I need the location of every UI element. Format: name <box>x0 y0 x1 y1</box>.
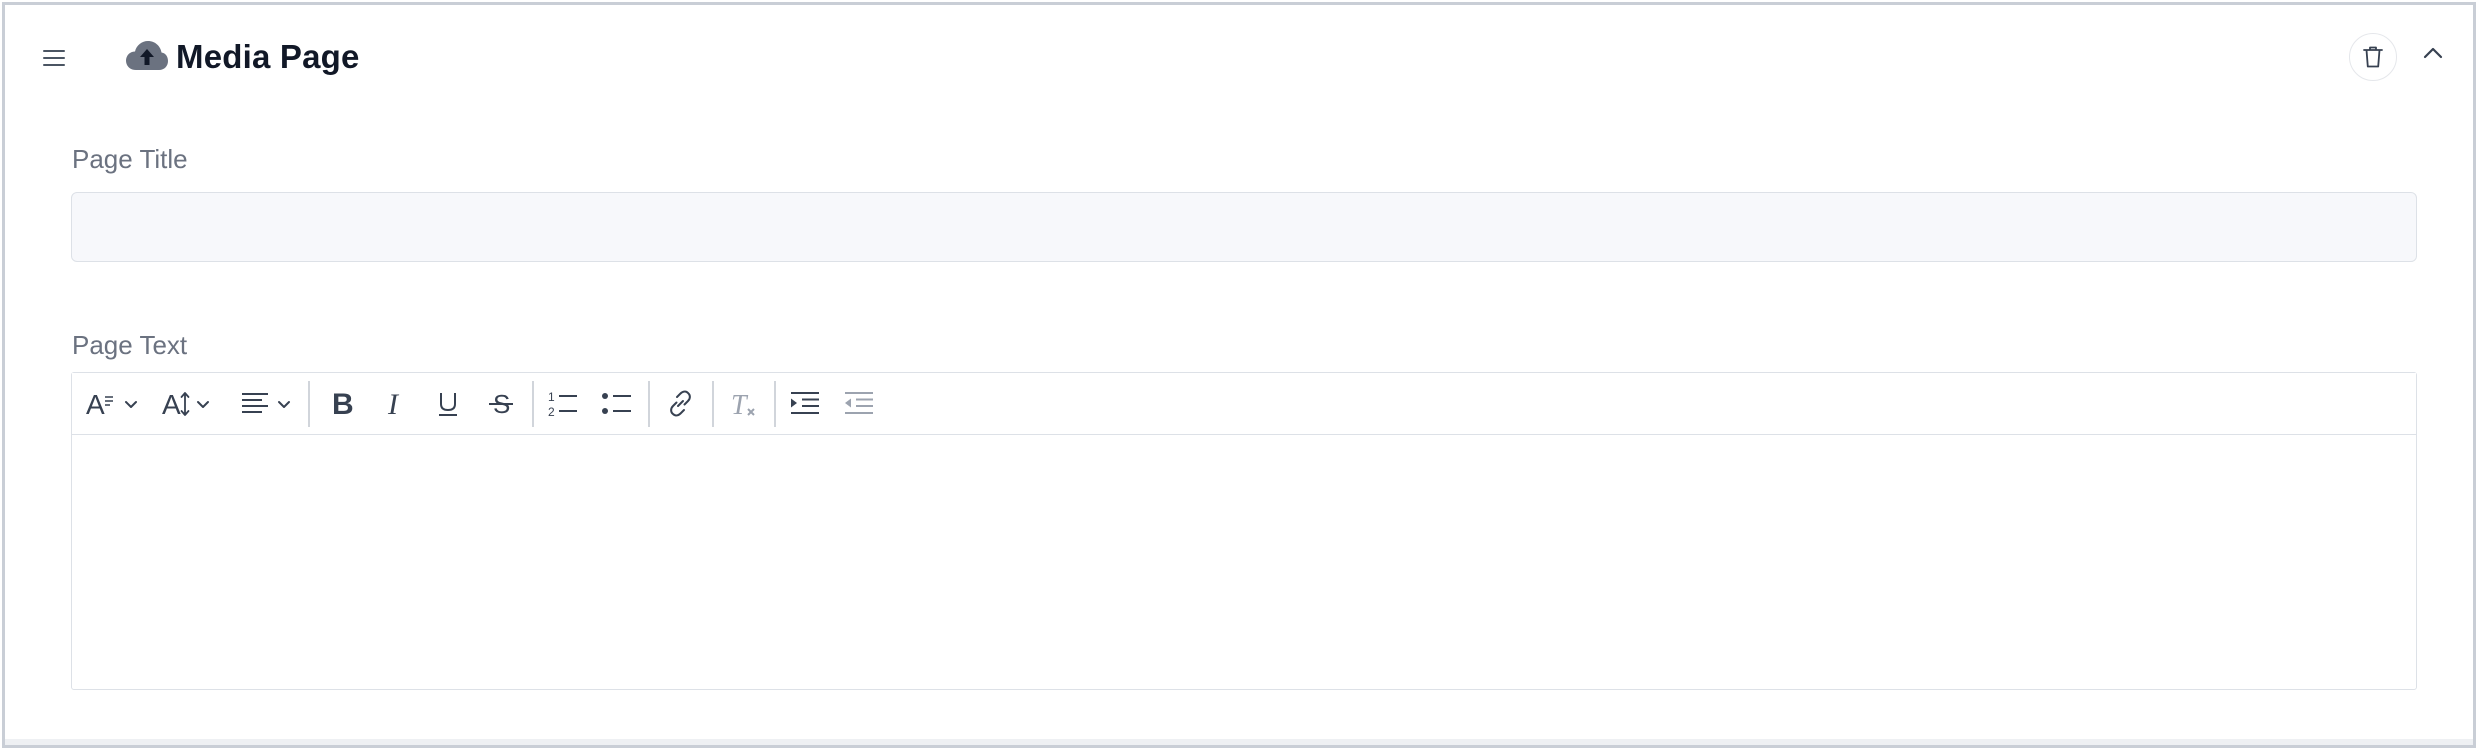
collapse-button[interactable] <box>2417 37 2449 69</box>
trash-icon <box>2363 46 2383 68</box>
bullet-list-button[interactable] <box>596 382 638 424</box>
svg-text:B: B <box>332 388 354 419</box>
indent-button[interactable] <box>784 382 826 424</box>
rich-text-editor: A A B I S 1 2 T <box>71 372 2417 690</box>
underline-button[interactable] <box>427 382 469 424</box>
page-text-editor-area[interactable] <box>72 435 2416 689</box>
page-title: Media Page <box>176 38 360 75</box>
editor-toolbar: A A B I S 1 2 T <box>72 373 2416 435</box>
media-page-panel: Media Page Page Title Page Text A A B I … <box>2 2 2476 748</box>
delete-button[interactable] <box>2349 33 2397 81</box>
bold-button[interactable]: B <box>320 382 362 424</box>
page-title-input[interactable] <box>71 192 2417 262</box>
underline-icon <box>439 393 457 416</box>
link-button[interactable] <box>659 382 701 424</box>
font-size-icon: A <box>162 389 209 419</box>
svg-text:A: A <box>86 389 105 419</box>
outdent-icon <box>845 392 873 414</box>
panel-footer-strip <box>5 739 2473 745</box>
italic-icon: I <box>387 388 400 419</box>
font-style-icon: A <box>86 389 137 419</box>
link-icon <box>670 390 691 417</box>
bold-icon: B <box>332 388 354 419</box>
ordered-list-icon: 1 2 <box>548 390 577 419</box>
bullet-list-icon <box>602 393 631 414</box>
strikethrough-button[interactable]: S <box>480 382 522 424</box>
svg-text:T: T <box>731 390 749 419</box>
page-text-label: Page Text <box>72 330 188 360</box>
font-size-dropdown[interactable]: A <box>160 382 220 424</box>
ordered-list-button[interactable]: 1 2 <box>542 382 584 424</box>
cloud-upload-icon <box>125 39 169 73</box>
menu-icon[interactable] <box>43 49 67 67</box>
svg-text:I: I <box>387 388 400 419</box>
clear-formatting-button[interactable]: T <box>722 382 764 424</box>
outdent-button[interactable] <box>838 382 880 424</box>
align-dropdown[interactable] <box>238 382 300 424</box>
svg-text:1: 1 <box>548 390 555 404</box>
italic-button[interactable]: I <box>374 382 416 424</box>
chevron-up-icon <box>2423 47 2443 59</box>
strikethrough-icon: S <box>489 389 513 419</box>
page-title-label: Page Title <box>72 144 188 174</box>
clear-formatting-icon: T <box>731 390 755 419</box>
svg-text:2: 2 <box>548 405 555 419</box>
align-left-icon <box>242 393 290 413</box>
indent-icon <box>791 392 819 414</box>
svg-text:A: A <box>162 389 181 419</box>
font-style-dropdown[interactable]: A <box>84 382 144 424</box>
